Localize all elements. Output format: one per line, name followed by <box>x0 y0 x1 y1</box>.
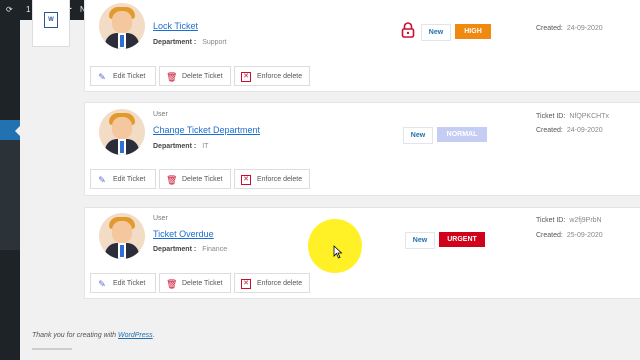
ticket-department: Department : Support <box>153 39 227 46</box>
horizontal-scrollbar[interactable] <box>32 348 72 350</box>
created-meta: Created: 24-09-2020 <box>536 127 603 134</box>
ticket-title-link[interactable]: Change Ticket Department <box>153 125 260 135</box>
department-value: Support <box>202 39 227 46</box>
ticket-role: User <box>153 111 168 118</box>
edit-ticket-button[interactable]: ✎ Edit Ticket <box>90 169 156 189</box>
avatar <box>99 213 145 259</box>
ticket-role: User <box>153 215 168 222</box>
sidebar-current-arrow <box>15 126 20 136</box>
edit-ticket-label: Edit Ticket <box>113 280 146 287</box>
edit-ticket-label: Edit Ticket <box>113 176 146 183</box>
wordpress-link[interactable]: WordPress <box>118 332 153 339</box>
footer-text: Thank you for creating with <box>32 332 118 339</box>
delete-ticket-button[interactable]: 🗑 Delete Ticket <box>159 66 231 86</box>
priority-badge: HIGH <box>455 24 491 39</box>
edit-ticket-label: Edit Ticket <box>113 73 146 80</box>
edit-ticket-button[interactable]: ✎ Edit Ticket <box>90 273 156 293</box>
edit-icon: ✎ <box>98 175 106 185</box>
ticket-title-link[interactable]: Ticket Overdue <box>153 229 214 239</box>
updates-count[interactable]: 1 <box>26 0 30 20</box>
created-label: Created: <box>536 232 563 239</box>
word-document-icon: W <box>44 12 58 28</box>
ticket-id-value: w2fj9PrbN <box>569 217 602 224</box>
department-value: Finance <box>202 246 228 253</box>
enforce-delete-label: Enforce delete <box>257 176 303 183</box>
created-date: 25-09-2020 <box>566 232 603 239</box>
ticket-id-value: NfQPKCHTx <box>569 113 609 120</box>
department-label: Department : <box>153 143 197 150</box>
ticket-id-label: Ticket ID: <box>536 217 566 224</box>
department-label: Department : <box>153 39 197 46</box>
created-meta: Created: 25-09-2020 <box>536 232 603 239</box>
document-thumbnail: W <box>32 0 70 47</box>
delete-ticket-button[interactable]: 🗑 Delete Ticket <box>159 273 231 293</box>
enforce-delete-label: Enforce delete <box>257 280 303 287</box>
ticket-title-link[interactable]: Lock Ticket <box>153 21 198 31</box>
mouse-pointer-icon <box>333 245 343 259</box>
status-badge: New <box>405 232 435 249</box>
enforce-delete-button[interactable]: ✕ Enforce delete <box>234 273 310 293</box>
enforce-delete-button[interactable]: ✕ Enforce delete <box>234 169 310 189</box>
close-box-icon: ✕ <box>241 175 251 185</box>
close-box-icon: ✕ <box>241 72 251 82</box>
created-date: 24-09-2020 <box>566 25 603 32</box>
edit-icon: ✎ <box>98 72 106 82</box>
close-box-icon: ✕ <box>241 279 251 289</box>
delete-ticket-label: Delete Ticket <box>182 280 223 287</box>
delete-ticket-label: Delete Ticket <box>182 176 223 183</box>
admin-sidebar <box>0 20 20 360</box>
ticket-id-meta: Ticket ID: NfQPKCHTx <box>536 113 609 120</box>
enforce-delete-button[interactable]: ✕ Enforce delete <box>234 66 310 86</box>
edit-ticket-button[interactable]: ✎ Edit Ticket <box>90 66 156 86</box>
ticket-id-meta: Ticket ID: w2fj9PrbN <box>536 217 602 224</box>
created-label: Created: <box>536 25 563 32</box>
department-value: IT <box>202 143 209 150</box>
created-meta: Created: 24-09-2020 <box>536 25 603 32</box>
created-date: 24-09-2020 <box>566 127 603 134</box>
avatar <box>99 109 145 155</box>
admin-footer: Thank you for creating with WordPress. <box>32 332 155 339</box>
status-badge: New <box>421 24 451 41</box>
updates-icon[interactable]: ⟳ <box>6 0 13 20</box>
footer-end: . <box>152 332 155 339</box>
enforce-delete-label: Enforce delete <box>257 73 303 80</box>
priority-badge: NORMAL <box>437 127 487 142</box>
created-label: Created: <box>536 127 563 134</box>
ticket-department: Department : IT <box>153 143 208 150</box>
trash-icon: 🗑 <box>166 279 178 289</box>
ticket-id-label: Ticket ID: <box>536 113 566 120</box>
priority-badge: URGENT <box>439 232 485 247</box>
trash-icon: 🗑 <box>166 72 178 82</box>
ticket-card: Lock Ticket Department : Support New HIGH… <box>84 0 640 92</box>
ticket-card: User Change Ticket Department Department… <box>84 102 640 196</box>
delete-ticket-button[interactable]: 🗑 Delete Ticket <box>159 169 231 189</box>
trash-icon: 🗑 <box>166 175 178 185</box>
avatar <box>99 3 145 49</box>
ticket-card: User Ticket Overdue Department : Finance … <box>84 207 640 299</box>
department-label: Department : <box>153 246 197 253</box>
delete-ticket-label: Delete Ticket <box>182 73 223 80</box>
status-badge: New <box>403 127 433 144</box>
sidebar-submenu <box>0 140 20 250</box>
ticket-department: Department : Finance <box>153 246 227 253</box>
edit-icon: ✎ <box>98 279 106 289</box>
lock-icon <box>401 22 415 38</box>
